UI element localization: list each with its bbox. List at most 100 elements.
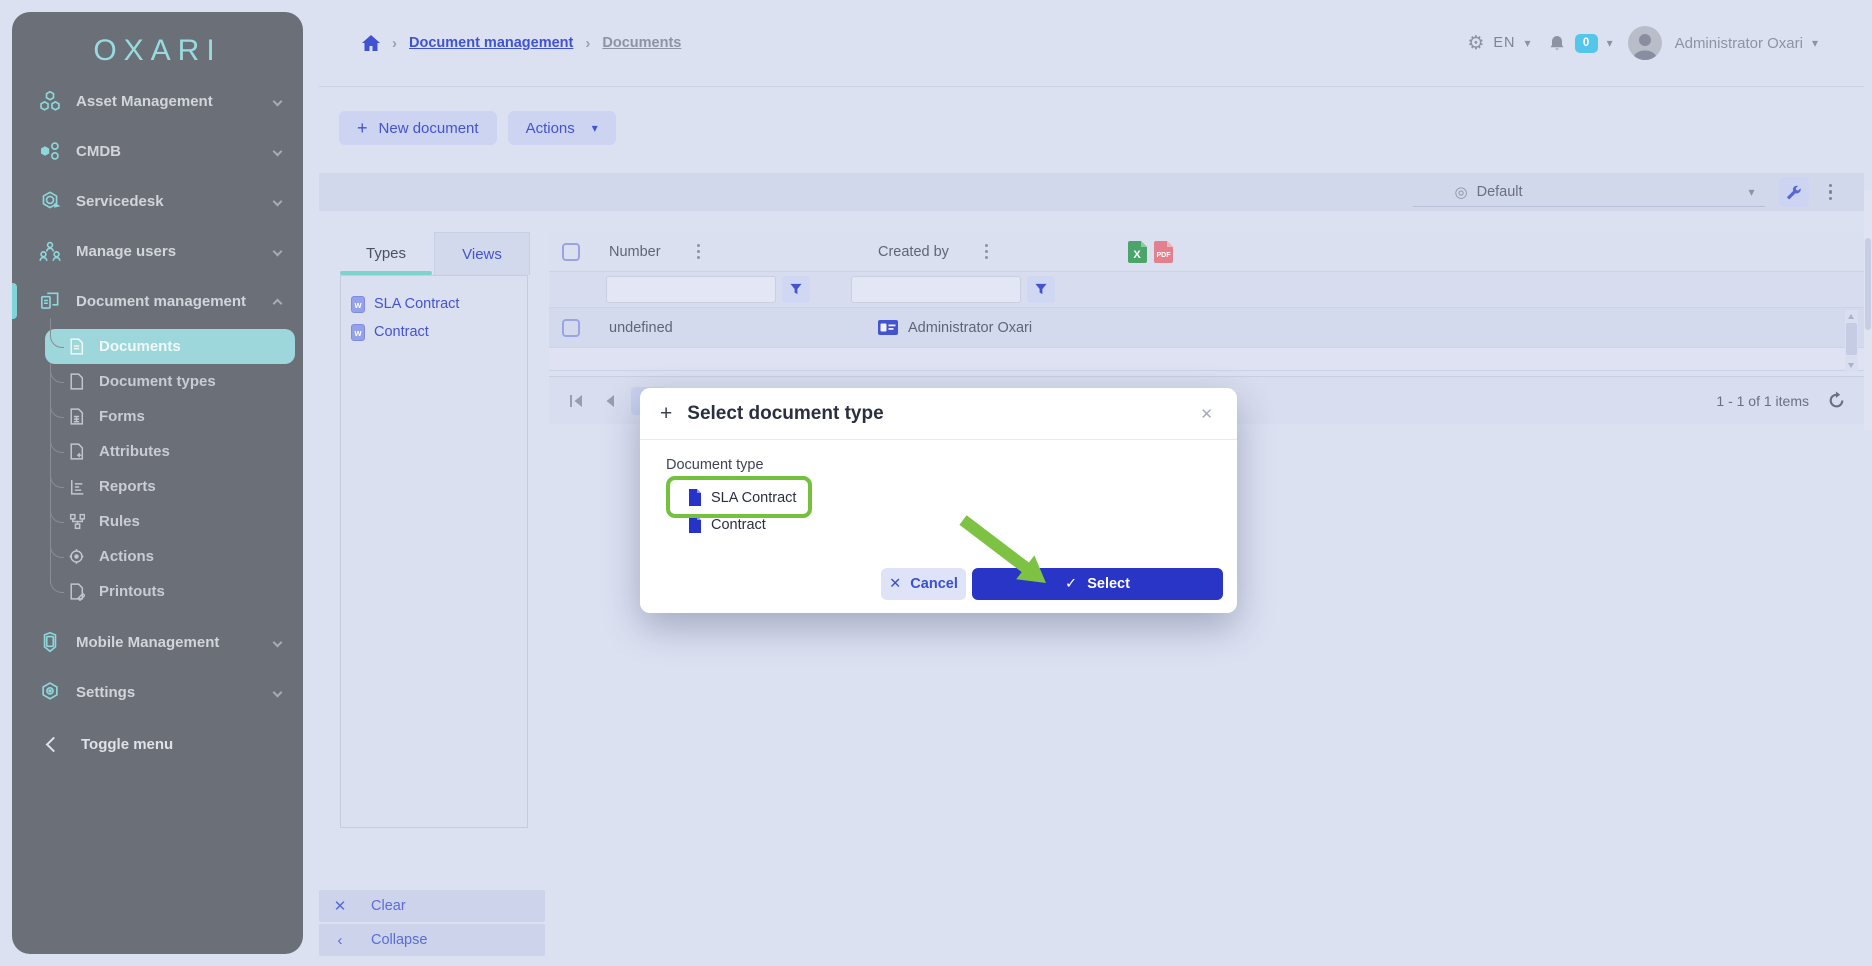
caret-down-icon[interactable]: ▾ xyxy=(1607,36,1613,50)
target-icon xyxy=(68,547,85,566)
w-doc-icon: w xyxy=(351,296,365,313)
app-window: OXARI Asset Management CMDB Servicedesk … xyxy=(0,0,1872,966)
sidebar-item-rules[interactable]: Rules xyxy=(12,504,303,539)
chevron-left-icon xyxy=(46,736,62,752)
caret-down-icon[interactable]: ▾ xyxy=(1812,36,1818,50)
doc-form-icon xyxy=(68,407,85,426)
top-right-controls: ⚙ EN ▾ 0 ▾ Administrator Oxari ▾ xyxy=(1467,26,1818,60)
page-scrollbar[interactable] xyxy=(1864,190,1872,430)
tab-types[interactable]: Types xyxy=(338,232,434,275)
sidebar-item-asset-management[interactable]: Asset Management xyxy=(12,76,303,126)
clear-button[interactable]: ✕ Clear xyxy=(319,890,545,922)
hexagon-cluster-icon xyxy=(38,89,62,113)
sidebar-item-actions[interactable]: Actions xyxy=(12,539,303,574)
actions-dropdown-button[interactable]: Actions ▾ xyxy=(508,111,616,145)
sidebar-item-forms[interactable]: Forms xyxy=(12,399,303,434)
created-by-filter-button[interactable] xyxy=(1027,276,1055,303)
documents-icon xyxy=(38,289,62,313)
prev-page-icon[interactable] xyxy=(604,394,615,408)
page-scrollbar-thumb[interactable] xyxy=(1865,238,1871,330)
grid-filter-row xyxy=(549,272,1864,308)
sidebar-item-label: Forms xyxy=(99,408,145,425)
sidebar-item-printouts[interactable]: Printouts xyxy=(12,574,303,609)
breadcrumb-document-management[interactable]: Document management xyxy=(409,35,573,51)
first-page-icon[interactable] xyxy=(569,394,584,408)
column-header-label: Created by xyxy=(878,244,949,260)
caret-down-icon: ▾ xyxy=(1748,185,1754,199)
tree-item-label: SLA Contract xyxy=(374,296,459,312)
chevron-down-icon xyxy=(273,246,283,256)
tree-item-label: Contract xyxy=(374,324,429,340)
sidebar-item-reports[interactable]: Reports xyxy=(12,469,303,504)
sidebar-item-label: Printouts xyxy=(99,583,165,600)
breadcrumb-documents[interactable]: Documents xyxy=(602,35,681,51)
close-icon[interactable]: ✕ xyxy=(1196,401,1217,427)
top-bar: › Document management › Documents ⚙ EN ▾… xyxy=(319,0,1864,87)
doc-blank-icon xyxy=(68,372,85,391)
language-selector[interactable]: EN xyxy=(1493,35,1515,51)
breadcrumb-separator: › xyxy=(392,35,397,52)
column-menu-button[interactable] xyxy=(981,240,992,263)
actions-label: Actions xyxy=(526,120,575,137)
cancel-button[interactable]: ✕ Cancel xyxy=(881,568,966,600)
arrow-annotation xyxy=(958,515,1058,595)
svg-text:X: X xyxy=(1133,249,1141,261)
pdf-export-icon[interactable]: PDF xyxy=(1154,241,1173,263)
select-all-checkbox[interactable] xyxy=(562,243,580,261)
clear-label: Clear xyxy=(371,898,406,914)
scrollbar-thumb[interactable] xyxy=(1846,323,1857,355)
collapse-button[interactable]: ‹ Collapse xyxy=(319,924,545,956)
gear-icon[interactable]: ⚙ xyxy=(1467,32,1484,55)
doc-attribute-icon xyxy=(68,442,85,461)
check-icon: ✓ xyxy=(1065,576,1077,592)
chevron-down-icon xyxy=(273,637,283,647)
bell-icon[interactable] xyxy=(1548,34,1566,52)
x-icon: ✕ xyxy=(333,897,347,915)
view-bar-menu-button[interactable] xyxy=(1825,180,1837,205)
excel-export-icon[interactable]: X xyxy=(1128,241,1147,263)
customize-view-button[interactable] xyxy=(1779,177,1809,207)
created-by-filter-input[interactable] xyxy=(851,276,1021,303)
oxari-logo: OXARI xyxy=(93,34,221,68)
toggle-menu-button[interactable]: Toggle menu xyxy=(12,719,303,769)
sidebar-item-attributes[interactable]: Attributes xyxy=(12,434,303,469)
sidebar-item-document-types[interactable]: Document types xyxy=(12,364,303,399)
sidebar-item-document-management[interactable]: Document management xyxy=(12,276,303,326)
caret-down-icon: ▾ xyxy=(592,121,598,135)
table-row[interactable]: undefined Administrator Oxari xyxy=(549,308,1864,348)
sidebar-item-settings[interactable]: Settings xyxy=(12,667,303,717)
scroll-down-icon[interactable] xyxy=(1848,363,1854,368)
printout-icon xyxy=(68,582,85,601)
grid-scrollbar[interactable] xyxy=(1845,310,1858,372)
avatar[interactable] xyxy=(1628,26,1662,60)
sidebar-item-label: CMDB xyxy=(76,143,121,160)
chevron-down-icon xyxy=(273,146,283,156)
caret-down-icon[interactable]: ▾ xyxy=(1525,36,1531,50)
number-filter-input[interactable] xyxy=(606,276,776,303)
active-section-indicator xyxy=(12,283,17,319)
user-name[interactable]: Administrator Oxari xyxy=(1675,35,1803,52)
view-selector[interactable]: ◎ Default ▾ xyxy=(1413,177,1765,207)
column-created-by: Created by xyxy=(878,240,1118,263)
document-types-tree: w SLA Contract w Contract xyxy=(340,275,528,828)
new-document-button[interactable]: + New document xyxy=(339,111,497,145)
tab-views[interactable]: Views xyxy=(434,232,530,275)
sidebar-item-manage-users[interactable]: Manage users xyxy=(12,226,303,276)
sidebar-item-mobile-management[interactable]: Mobile Management xyxy=(12,617,303,667)
tree-item-sla-contract[interactable]: w SLA Contract xyxy=(351,290,517,318)
tree-item-contract[interactable]: w Contract xyxy=(351,318,517,346)
select-label: Select xyxy=(1087,576,1130,592)
sidebar-item-servicedesk[interactable]: Servicedesk xyxy=(12,176,303,226)
row-checkbox[interactable] xyxy=(562,319,580,337)
refresh-icon[interactable] xyxy=(1827,391,1846,410)
chevron-down-icon xyxy=(273,196,283,206)
number-filter-button[interactable] xyxy=(782,276,810,303)
sidebar-item-cmdb[interactable]: CMDB xyxy=(12,126,303,176)
w-doc-icon: w xyxy=(351,324,365,341)
home-icon[interactable] xyxy=(362,35,380,51)
servicedesk-icon xyxy=(38,189,62,213)
column-menu-button[interactable] xyxy=(693,240,704,263)
sidebar-item-documents[interactable]: Documents xyxy=(45,329,295,364)
default-view-icon: ◎ xyxy=(1455,183,1468,201)
scroll-up-icon[interactable] xyxy=(1848,314,1854,319)
